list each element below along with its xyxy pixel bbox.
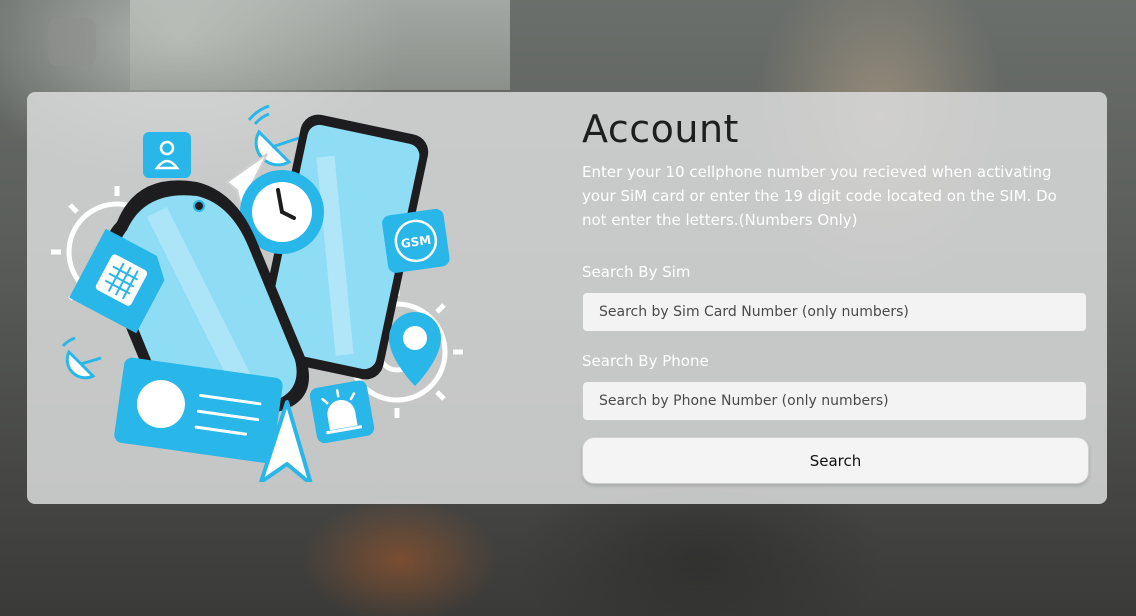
search-by-phone-label: Search By Phone [582, 352, 709, 370]
background-window [130, 0, 510, 90]
sim-phone-illustration: GSM [51, 104, 463, 482]
location-pin-icon [389, 312, 441, 386]
search-by-sim-label: Search By Sim [582, 263, 691, 281]
sim-number-input[interactable] [582, 292, 1087, 332]
account-card: GSM Account Enter your 10 cellphone numb… [27, 92, 1107, 504]
satellite-dish-small-icon [61, 336, 102, 380]
instructions-text: Enter your 10 cellphone number you recie… [582, 163, 1057, 229]
background-frame [48, 18, 96, 66]
search-button[interactable]: Search [582, 437, 1089, 484]
account-form: Account Enter your 10 cellphone number y… [582, 106, 1092, 484]
user-badge-icon [143, 132, 191, 178]
page-title: Account [582, 107, 739, 151]
phone-number-input[interactable] [582, 381, 1087, 421]
gsm-badge-icon: GSM [382, 208, 450, 273]
siren-badge-icon [309, 380, 375, 444]
